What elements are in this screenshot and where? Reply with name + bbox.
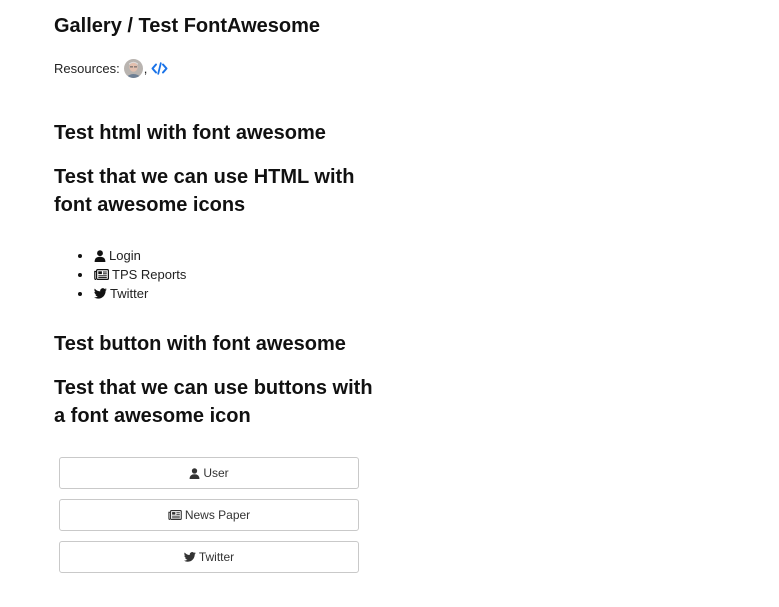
list-item: Login [76, 246, 186, 265]
twitter-icon [183, 552, 196, 562]
bullet [78, 272, 82, 277]
bullet [78, 253, 82, 258]
html-test-subheading: Test that we can use HTML with font awes… [54, 166, 355, 216]
newspaper-icon [168, 510, 182, 520]
twitter-icon [94, 288, 107, 299]
page: Gallery / Test FontAwesome Resources: , … [0, 0, 779, 607]
news-paper-button[interactable]: News Paper [59, 499, 359, 531]
resources-label: Resources: [54, 60, 120, 76]
resources-line: Resources: , [54, 58, 168, 78]
author-avatar[interactable] [123, 58, 143, 78]
code-icon[interactable] [151, 61, 168, 75]
button-label: News Paper [184, 508, 251, 522]
twitter-button[interactable]: Twitter [59, 541, 359, 573]
button-label: User [203, 466, 229, 480]
list-item: TPS Reports [76, 265, 186, 284]
list-item-label: Twitter [110, 286, 149, 301]
page-title: Gallery / Test FontAwesome [54, 15, 321, 37]
user-icon [189, 467, 200, 479]
user-button[interactable]: User [59, 457, 359, 489]
html-test-heading: Test html with font awesome [54, 122, 326, 144]
button-label: Twitter [198, 550, 235, 564]
button-test-heading: Test button with font awesome [54, 333, 346, 355]
bullet [78, 291, 82, 296]
button-test-subheading: Test that we can use buttons with a font… [54, 377, 373, 427]
list-item-label: Login [109, 248, 141, 263]
newspaper-icon [94, 269, 109, 280]
list-item-label: TPS Reports [112, 267, 187, 282]
list-item: Twitter [76, 284, 186, 303]
resources-separator: , [143, 60, 148, 76]
icon-list: Login TPS Reports Twitter [76, 246, 186, 303]
user-icon [94, 249, 106, 262]
